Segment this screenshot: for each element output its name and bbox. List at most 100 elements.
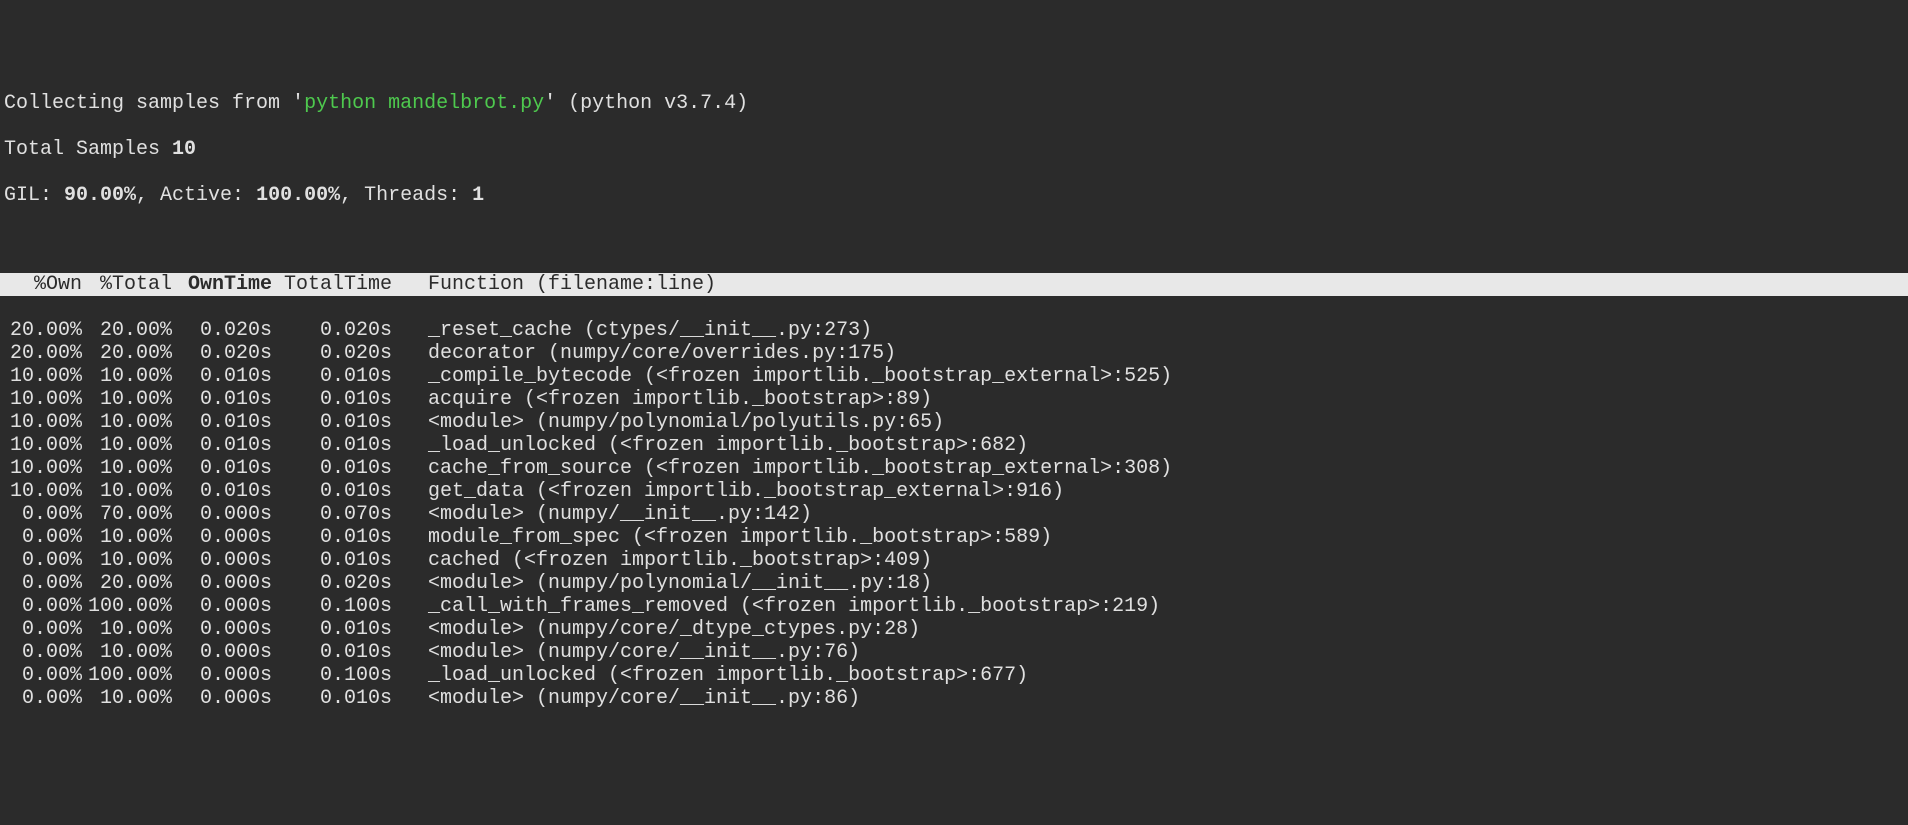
cell-own: 0.00% [4,572,82,595]
cell-totaltime: 0.010s [272,388,392,411]
cell-own: 10.00% [4,388,82,411]
cell-func: get_data (<frozen importlib._bootstrap_e… [392,480,1064,503]
cell-func: _load_unlocked (<frozen importlib._boots… [392,664,1028,687]
cell-own: 0.00% [4,595,82,618]
cell-own: 10.00% [4,457,82,480]
cell-own: 10.00% [4,365,82,388]
cell-own: 0.00% [4,641,82,664]
cell-total: 10.00% [82,365,172,388]
table-row: 0.00%10.00%0.000s0.010smodule_from_spec … [0,526,1908,549]
cell-owntime: 0.020s [172,342,272,365]
cell-owntime: 0.000s [172,687,272,710]
cell-total: 20.00% [82,572,172,595]
cell-totaltime: 0.010s [272,434,392,457]
col-func-header: Function (filename:line) [392,273,716,296]
table-row: 10.00%10.00%0.010s0.010s_compile_bytecod… [0,365,1908,388]
cell-total: 10.00% [82,480,172,503]
cell-owntime: 0.000s [172,595,272,618]
col-owntime-header: OwnTime [172,273,272,296]
cell-totaltime: 0.010s [272,457,392,480]
cell-total: 100.00% [82,595,172,618]
command: python mandelbrot.py [304,92,544,115]
collecting-line: Collecting samples from 'python mandelbr… [0,92,1908,115]
cell-totaltime: 0.010s [272,480,392,503]
cell-func: _load_unlocked (<frozen importlib._boots… [392,434,1028,457]
cell-total: 10.00% [82,434,172,457]
table-row: 10.00%10.00%0.010s0.010scache_from_sourc… [0,457,1908,480]
cell-own: 0.00% [4,687,82,710]
cell-func: <module> (numpy/polynomial/polyutils.py:… [392,411,944,434]
cell-func: <module> (numpy/polynomial/__init__.py:1… [392,572,932,595]
cell-func: module_from_spec (<frozen importlib._boo… [392,526,1052,549]
cell-totaltime: 0.010s [272,526,392,549]
active-value: 100.00% [256,184,340,207]
cell-func: <module> (numpy/__init__.py:142) [392,503,812,526]
total-samples-label: Total Samples [4,138,172,161]
cell-total: 100.00% [82,664,172,687]
cell-owntime: 0.000s [172,503,272,526]
table-row: 20.00%20.00%0.020s0.020s_reset_cache (ct… [0,319,1908,342]
cell-totaltime: 0.100s [272,595,392,618]
table-row: 0.00%10.00%0.000s0.010s<module> (numpy/c… [0,641,1908,664]
cell-func: _reset_cache (ctypes/__init__.py:273) [392,319,872,342]
cell-func: cached (<frozen importlib._bootstrap>:40… [392,549,932,572]
cell-owntime: 0.010s [172,480,272,503]
cell-totaltime: 0.010s [272,618,392,641]
cell-owntime: 0.000s [172,549,272,572]
cell-total: 10.00% [82,687,172,710]
cell-func: acquire (<frozen importlib._bootstrap>:8… [392,388,932,411]
col-total-header: %Total [82,273,172,296]
cell-owntime: 0.020s [172,319,272,342]
cell-total: 10.00% [82,411,172,434]
table-row: 0.00%10.00%0.000s0.010s<module> (numpy/c… [0,618,1908,641]
cell-owntime: 0.000s [172,526,272,549]
cell-own: 10.00% [4,411,82,434]
cell-own: 10.00% [4,434,82,457]
cell-own: 0.00% [4,664,82,687]
spacer [0,230,1908,250]
cell-own: 10.00% [4,480,82,503]
cell-totaltime: 0.070s [272,503,392,526]
active-label: , Active: [136,184,256,207]
table-row: 10.00%10.00%0.010s0.010s_load_unlocked (… [0,434,1908,457]
stats-line: GIL: 90.00%, Active: 100.00%, Threads: 1 [0,184,1908,207]
cell-totaltime: 0.010s [272,687,392,710]
cell-total: 10.00% [82,549,172,572]
cell-func: <module> (numpy/core/__init__.py:76) [392,641,860,664]
cell-totaltime: 0.020s [272,319,392,342]
gil-label: GIL: [4,184,64,207]
cell-total: 10.00% [82,618,172,641]
total-samples-value: 10 [172,138,196,161]
cell-func: cache_from_source (<frozen importlib._bo… [392,457,1172,480]
cell-total: 10.00% [82,641,172,664]
table-body: 20.00%20.00%0.020s0.020s_reset_cache (ct… [0,319,1908,710]
cell-own: 0.00% [4,618,82,641]
table-row: 0.00%10.00%0.000s0.010scached (<frozen i… [0,549,1908,572]
cell-own: 0.00% [4,526,82,549]
table-row: 0.00%70.00%0.000s0.070s<module> (numpy/_… [0,503,1908,526]
table-row: 20.00%20.00%0.020s0.020sdecorator (numpy… [0,342,1908,365]
cell-totaltime: 0.020s [272,572,392,595]
cell-own: 0.00% [4,503,82,526]
table-row: 0.00%100.00%0.000s0.100s_call_with_frame… [0,595,1908,618]
cell-total: 10.00% [82,526,172,549]
cell-total: 10.00% [82,388,172,411]
cell-own: 0.00% [4,549,82,572]
table-row: 10.00%10.00%0.010s0.010sget_data (<froze… [0,480,1908,503]
cell-func: <module> (numpy/core/_dtype_ctypes.py:28… [392,618,920,641]
cell-owntime: 0.010s [172,365,272,388]
cell-owntime: 0.010s [172,388,272,411]
cell-owntime: 0.000s [172,618,272,641]
cell-func: _compile_bytecode (<frozen importlib._bo… [392,365,1172,388]
cell-totaltime: 0.010s [272,365,392,388]
cell-owntime: 0.010s [172,434,272,457]
cell-totaltime: 0.100s [272,664,392,687]
total-samples-line: Total Samples 10 [0,138,1908,161]
col-own-header: %Own [4,273,82,296]
cell-owntime: 0.010s [172,457,272,480]
table-row: 10.00%10.00%0.010s0.010s<module> (numpy/… [0,411,1908,434]
cell-total: 20.00% [82,319,172,342]
table-row: 10.00%10.00%0.010s0.010sacquire (<frozen… [0,388,1908,411]
cell-own: 20.00% [4,342,82,365]
cell-owntime: 0.010s [172,411,272,434]
